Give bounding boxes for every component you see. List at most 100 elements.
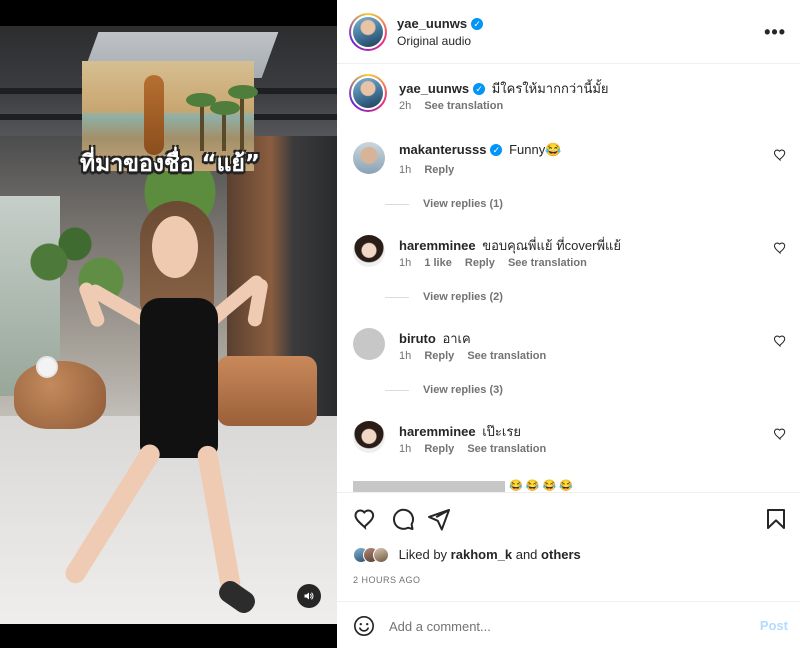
comment-icon[interactable] <box>391 507 415 531</box>
sound-toggle-button[interactable] <box>297 584 321 608</box>
comment-item: haremminee ขอบคุณพี่แย้ ที่coverพี่แย้ 1… <box>353 235 793 275</box>
comment-text-line: haremminee เป๊ะเรย <box>399 421 521 442</box>
avatar-border <box>351 15 385 49</box>
comment-composer: Post <box>337 601 800 648</box>
liked-by-others[interactable]: others <box>541 547 581 562</box>
view-replies-label: View replies (1) <box>423 198 503 210</box>
verified-icon: ✓ <box>490 144 503 156</box>
see-translation-button[interactable]: See translation <box>424 100 503 112</box>
emoji-icon[interactable] <box>353 615 375 637</box>
comment-text: อาเค <box>442 331 471 346</box>
comment-meta: 1h Reply <box>399 164 464 176</box>
caption-username[interactable]: yae_uunws <box>399 81 469 96</box>
comment-item: makanterusss ✓ Funny😂 1h Reply <box>353 142 793 182</box>
comment-text-line: haremminee ขอบคุณพี่แย้ ที่coverพี่แย้ <box>399 235 621 256</box>
comment-item: haremminee เป๊ะเรย 1h Reply See translat… <box>353 421 793 461</box>
author-info: yae_uunws ✓ Original audio <box>397 16 484 48</box>
comment-item-partial: 😂 😂 😂 😂 <box>353 480 793 492</box>
share-icon[interactable] <box>427 507 451 531</box>
caption-text-line: yae_uunws ✓ มีใครให้มากกว่านี้มั้ย <box>399 78 609 99</box>
reply-button[interactable]: Reply <box>465 257 495 269</box>
comment-time: 1h <box>399 350 412 362</box>
video-frame[interactable]: ที่มาของชื่อ “แย้” <box>0 26 337 624</box>
view-replies-button[interactable]: View replies (1) <box>385 198 503 210</box>
liked-by-and: and <box>515 547 538 562</box>
divider <box>385 203 409 205</box>
comments-list[interactable]: yae_uunws ✓ มีใครให้มากกว่านี้มั้ย 2h See… <box>337 64 800 492</box>
heart-icon[interactable] <box>773 334 787 348</box>
see-translation-button[interactable]: See translation <box>508 257 587 269</box>
comment-text: Funny😂 <box>509 142 562 157</box>
commenter-avatar[interactable] <box>353 235 385 267</box>
see-translation-button[interactable]: See translation <box>467 443 546 455</box>
post-comment-button[interactable]: Post <box>760 618 788 633</box>
comment-meta: 1h Reply See translation <box>399 443 556 455</box>
commenter-avatar[interactable] <box>353 142 385 174</box>
author-avatar[interactable] <box>349 13 387 51</box>
liked-by-prefix: Liked by <box>398 547 448 562</box>
liker-avatar[interactable] <box>373 547 389 563</box>
lizard-figure <box>144 75 164 155</box>
dancer-leg-right <box>196 444 242 596</box>
comment-username[interactable]: makanterusss <box>399 142 486 157</box>
liked-by-summary: Liked by rakhom_k and others <box>353 547 581 563</box>
palm-tree <box>240 91 244 151</box>
avatar-image <box>353 17 383 47</box>
comment-meta: 1h 1 like Reply See translation <box>399 257 597 269</box>
verified-icon: ✓ <box>471 18 484 30</box>
caption-meta: 2h See translation <box>399 100 513 112</box>
comment-text-line: biruto อาเค <box>399 328 471 349</box>
heart-icon[interactable] <box>353 507 377 531</box>
author-username[interactable]: yae_uunws <box>397 16 467 31</box>
reply-button[interactable]: Reply <box>424 164 454 176</box>
comment-text: ขอบคุณพี่แย้ ที่coverพี่แย้ <box>482 238 622 253</box>
comment-text-line: makanterusss ✓ Funny😂 <box>399 142 561 158</box>
palm-frond <box>210 101 240 115</box>
post-caption: yae_uunws ✓ มีใครให้มากกว่านี้มั้ย 2h See… <box>349 74 793 118</box>
avatar-image <box>353 78 383 108</box>
video-panel[interactable]: ที่มาของชื่อ “แย้” <box>0 0 337 648</box>
bookmark-icon[interactable] <box>764 507 788 531</box>
view-replies-label: View replies (3) <box>423 384 503 396</box>
dancer-face <box>152 216 198 278</box>
post-footer: Liked by rakhom_k and others 2 HOURS AGO… <box>337 492 800 648</box>
see-translation-button[interactable]: See translation <box>467 350 546 362</box>
audio-link[interactable]: Original audio <box>397 34 483 48</box>
view-replies-button[interactable]: View replies (2) <box>385 291 503 303</box>
commenter-avatar[interactable] <box>353 328 385 360</box>
dancer-outfit <box>140 298 218 458</box>
comment-time: 1h <box>399 257 412 269</box>
verified-icon: ✓ <box>473 83 486 95</box>
more-options-button[interactable]: ••• <box>764 22 786 43</box>
comment-text: เป๊ะเรย <box>482 424 521 439</box>
reply-button[interactable]: Reply <box>424 350 454 362</box>
instagram-post-modal: ที่มาของชื่อ “แย้” yae_uunws ✓ Original a… <box>0 0 800 648</box>
likes-count[interactable]: 1 like <box>424 257 452 269</box>
sound-icon <box>304 592 314 600</box>
comment-username[interactable]: haremminee <box>399 238 476 253</box>
post-timestamp[interactable]: 2 HOURS AGO <box>353 575 421 585</box>
caption-time: 2h <box>399 100 412 112</box>
comment-username[interactable]: haremminee <box>399 424 476 439</box>
comment-username[interactable]: biruto <box>399 331 436 346</box>
view-replies-label: View replies (2) <box>423 291 503 303</box>
more-icon: ••• <box>764 22 786 42</box>
heart-icon[interactable] <box>773 427 787 441</box>
heart-icon[interactable] <box>773 241 787 255</box>
caption-avatar[interactable] <box>349 74 387 112</box>
comment-input[interactable] <box>389 616 729 636</box>
reply-button[interactable]: Reply <box>424 443 454 455</box>
commenter-avatar[interactable] <box>353 421 385 453</box>
action-bar <box>353 507 788 533</box>
comment-meta: 1h Reply See translation <box>399 350 556 362</box>
video-overlay-text: ที่มาของชื่อ “แย้” <box>80 151 260 177</box>
divider <box>385 389 409 391</box>
dancer-leg-left <box>61 440 164 587</box>
comment-time: 1h <box>399 443 412 455</box>
heart-icon[interactable] <box>773 148 787 162</box>
avatar-border <box>351 76 385 110</box>
liked-by-user[interactable]: rakhom_k <box>451 547 512 562</box>
divider <box>385 296 409 298</box>
view-replies-button[interactable]: View replies (3) <box>385 384 503 396</box>
palm-frond <box>228 85 258 99</box>
